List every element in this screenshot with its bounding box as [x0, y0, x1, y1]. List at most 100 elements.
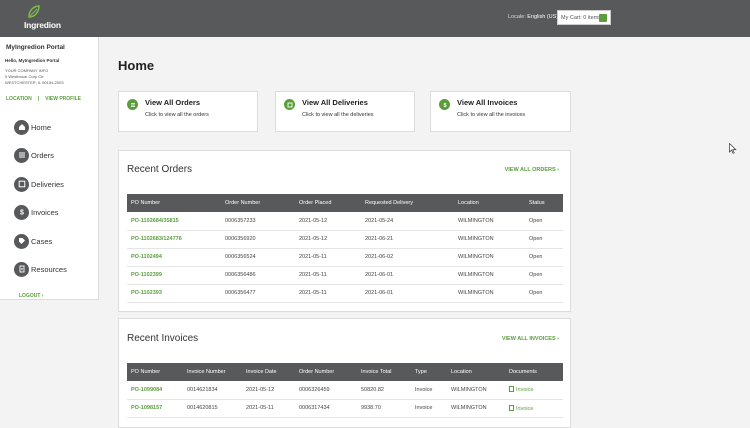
document-icon	[14, 261, 29, 277]
portal-title: MyIngredion Portal	[6, 44, 65, 51]
recent-orders-title: Recent Orders	[127, 164, 193, 175]
column-header: Requested Delivery	[365, 200, 413, 206]
requested-delivery: 2021-06-01	[365, 290, 394, 296]
locale-label: Locale:	[508, 14, 526, 20]
home-icon	[14, 119, 29, 135]
cart-label: My Cart: 0 items	[561, 15, 602, 21]
po-link[interactable]: PO-1098157	[127, 399, 183, 417]
column-header: Invoice Number	[187, 369, 226, 375]
requested-delivery: 2021-06-21	[365, 236, 394, 242]
sidebar-item-label: Orders	[31, 150, 54, 160]
svg-text:$: $	[443, 103, 446, 108]
list-icon	[127, 99, 138, 110]
list-icon	[14, 147, 29, 163]
location-link[interactable]: LOCATION	[6, 96, 32, 102]
sidebar-item-orders[interactable]: Orders	[14, 147, 54, 163]
invoice-document-link[interactable]: Invoice	[505, 381, 563, 399]
order-placed: 2021-05-11	[299, 272, 327, 278]
order-placed: 2021-05-12	[299, 236, 328, 242]
sidebar-item-resources[interactable]: Resources	[14, 261, 67, 277]
sidebar-item-label: Invoices	[31, 207, 59, 217]
recent-orders-table: PO Number Order Number Order Placed Requ…	[127, 194, 563, 303]
sidebar: MyIngredion Portal Hello, MyIngredion Po…	[0, 37, 99, 300]
sidebar-item-deliveries[interactable]: Deliveries	[14, 176, 64, 192]
sidebar-item-home[interactable]: Home	[14, 119, 51, 135]
logo-text: Ingredion	[24, 20, 61, 30]
recent-invoices-panel: Recent Invoices VIEW ALL INVOICES › PO N…	[118, 318, 571, 428]
dollar-icon: $	[14, 204, 29, 220]
invoice-total: 50820.82	[361, 386, 384, 393]
sidebar-item-label: Cases	[31, 236, 53, 246]
address-line: 5 Westbrook Corp Ctr	[5, 74, 44, 79]
po-link[interactable]: PO-1102683/124776	[127, 230, 221, 248]
po-link[interactable]: PO-1099084	[127, 381, 183, 399]
column-header: Invoice Date	[246, 369, 277, 375]
card-title: View All Invoices	[457, 98, 518, 107]
po-link[interactable]: PO-1102494	[127, 248, 221, 266]
column-header: Order Number	[225, 200, 261, 206]
location: WILMINGTON	[458, 217, 494, 224]
recent-orders-panel: Recent Orders VIEW ALL ORDERS › PO Numbe…	[118, 150, 571, 312]
sidebar-item-cases[interactable]: Cases	[14, 233, 52, 249]
column-header: Documents	[509, 369, 537, 375]
status: Open	[529, 236, 543, 242]
location: WILMINGTON	[451, 386, 487, 393]
view-all-orders-link[interactable]: VIEW ALL ORDERS ›	[505, 167, 559, 173]
order-number: 0006356920	[225, 236, 256, 242]
view-all-orders-card[interactable]: View All Orders Click to view all the or…	[118, 91, 258, 132]
location: WILMINGTON	[458, 272, 494, 278]
column-header: PO Number	[131, 200, 161, 206]
column-header: Location	[458, 200, 479, 206]
view-all-invoices-card[interactable]: $ View All Invoices Click to view all th…	[430, 91, 571, 132]
card-description: Click to view all the orders	[145, 112, 209, 118]
address-line: YOUR COMPANY INFO	[5, 68, 49, 73]
top-bar: Ingredion Locale: English (US) My Cart: …	[0, 0, 750, 37]
logout-link[interactable]: LOGOUT ›	[19, 293, 43, 299]
sidebar-item-invoices[interactable]: $ Invoices	[14, 204, 59, 220]
document-icon	[509, 404, 514, 411]
box-icon	[14, 176, 29, 192]
cart-button[interactable]: My Cart: 0 items	[557, 10, 611, 25]
order-number: 0006356477	[225, 290, 256, 296]
column-header: Order Placed	[299, 200, 332, 206]
po-link[interactable]: PO-1102684/35815	[127, 212, 221, 230]
status: Open	[529, 272, 543, 278]
mouse-cursor-icon	[729, 143, 737, 154]
invoice-date: 2021-05-11	[246, 405, 274, 411]
po-link[interactable]: PO-1102399	[127, 266, 221, 284]
column-header: Order Number	[299, 369, 335, 375]
column-header: Status	[529, 200, 545, 206]
requested-delivery: 2021-06-01	[365, 272, 394, 278]
card-title: View All Orders	[145, 98, 201, 107]
order-number: 0006356524	[225, 254, 256, 260]
invoice-document-link[interactable]: Invoice	[505, 399, 563, 417]
order-placed: 2021-05-11	[299, 254, 327, 260]
invoice-type: Invoice	[415, 386, 433, 393]
card-description: Click to view all the invoices	[457, 112, 526, 118]
order-number: 0006356486	[225, 272, 256, 278]
view-all-invoices-link[interactable]: VIEW ALL INVOICES ›	[502, 336, 559, 342]
ingredion-logo[interactable]: Ingredion	[18, 5, 62, 33]
status: Open	[529, 290, 543, 296]
view-profile-link[interactable]: VIEW PROFILE	[45, 96, 81, 102]
card-title: View All Deliveries	[302, 98, 368, 107]
table-row: PO-1102494 0006356524 2021-05-11 2021-06…	[127, 248, 563, 266]
leaf-icon	[28, 5, 40, 18]
column-header: Invoice Total	[361, 369, 392, 375]
status: Open	[529, 217, 543, 224]
view-all-deliveries-card[interactable]: View All Deliveries Click to view all th…	[275, 91, 415, 132]
dollar-icon: $	[439, 99, 450, 110]
card-description: Click to view all the deliveries	[302, 112, 374, 118]
box-icon	[284, 99, 295, 110]
table-header-row: PO Number Invoice Number Invoice Date Or…	[127, 363, 563, 381]
order-placed: 2021-05-11	[299, 290, 327, 296]
column-header: Type	[415, 369, 427, 375]
column-header: PO Number	[131, 369, 161, 375]
locale-selector[interactable]: Locale: English (US)	[508, 14, 558, 20]
locale-value: English (US)	[527, 14, 559, 20]
recent-invoices-table: PO Number Invoice Number Invoice Date Or…	[127, 363, 563, 418]
table-row: PO-1102399 0006356486 2021-05-11 2021-06…	[127, 266, 563, 284]
po-link[interactable]: PO-1102393	[127, 284, 221, 302]
table-row: PO-1102684/35815 0006357233 2021-05-12 2…	[127, 212, 563, 230]
invoice-type: Invoice	[415, 405, 433, 411]
